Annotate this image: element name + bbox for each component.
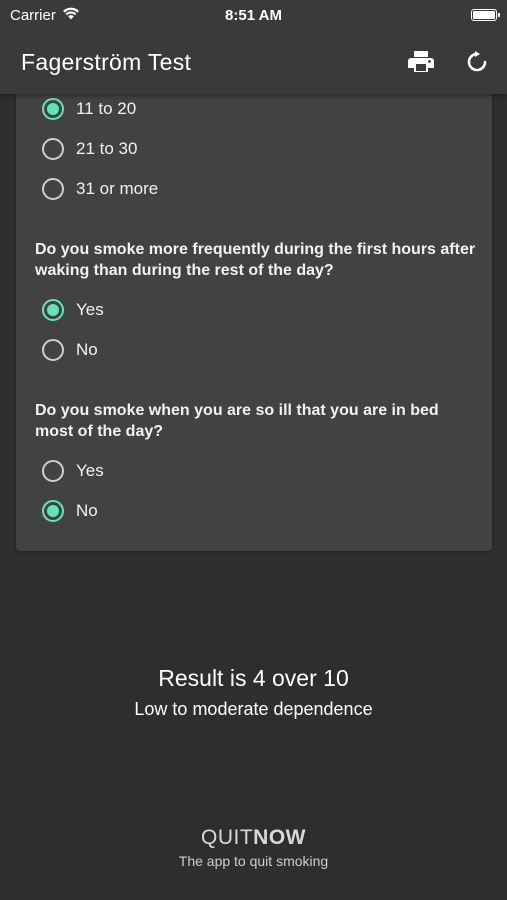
- status-left: Carrier: [10, 7, 130, 24]
- option-no[interactable]: No: [42, 496, 98, 526]
- option-yes[interactable]: Yes: [42, 456, 104, 486]
- logo-part-quit: QUIT: [201, 826, 254, 849]
- question-text: Do you smoke more frequently during the …: [35, 241, 476, 279]
- result-description: Low to moderate dependence: [134, 699, 373, 719]
- refresh-icon: [467, 51, 487, 72]
- logo-part-now: NOW: [253, 826, 306, 849]
- option-label: Yes: [76, 300, 104, 319]
- footer-tagline: The app to quit smoking: [178, 853, 329, 869]
- option-yes[interactable]: Yes: [42, 295, 104, 325]
- radio-unchecked-icon: [42, 138, 64, 160]
- questions-card: 11 to 20 21 to 30 31 or more Do you smok…: [16, 94, 492, 551]
- option-31-or-more[interactable]: 31 or more: [42, 174, 158, 204]
- refresh-button[interactable]: [463, 48, 491, 76]
- option-label: 11 to 20: [76, 99, 137, 118]
- quitnow-logo: QUITNOW: [0, 826, 507, 850]
- radio-checked-icon: [42, 299, 64, 321]
- radio-checked-icon: [42, 98, 64, 120]
- option-label: 31 or more: [76, 179, 159, 198]
- print-button[interactable]: [407, 48, 435, 76]
- status-time: 8:51 AM: [225, 6, 282, 24]
- battery-icon: [471, 9, 500, 21]
- question-text: Do you smoke when you are so ill that yo…: [35, 402, 439, 440]
- radio-checked-icon: [42, 500, 64, 522]
- print-icon: [408, 51, 434, 72]
- app-bar: Fagerström Test: [0, 30, 507, 94]
- app-actions: [407, 48, 491, 76]
- carrier-label: Carrier: [10, 6, 56, 24]
- option-no[interactable]: No: [42, 335, 98, 365]
- radio-unchecked-icon: [42, 178, 64, 200]
- option-label: 21 to 30: [76, 139, 138, 158]
- option-label: No: [76, 501, 98, 520]
- option-label: No: [76, 340, 98, 359]
- option-label: Yes: [76, 461, 104, 480]
- wifi-icon: [62, 7, 80, 24]
- option-21-to-30[interactable]: 21 to 30: [42, 134, 137, 164]
- result-title: Result is 4 over 10: [158, 665, 349, 691]
- page-title: Fagerström Test: [21, 48, 192, 75]
- radio-unchecked-icon: [42, 339, 64, 361]
- radio-unchecked-icon: [42, 460, 64, 482]
- status-bar: Carrier 8:51 AM: [0, 0, 507, 30]
- status-right: [377, 9, 500, 21]
- option-11-to-20[interactable]: 11 to 20: [42, 94, 136, 124]
